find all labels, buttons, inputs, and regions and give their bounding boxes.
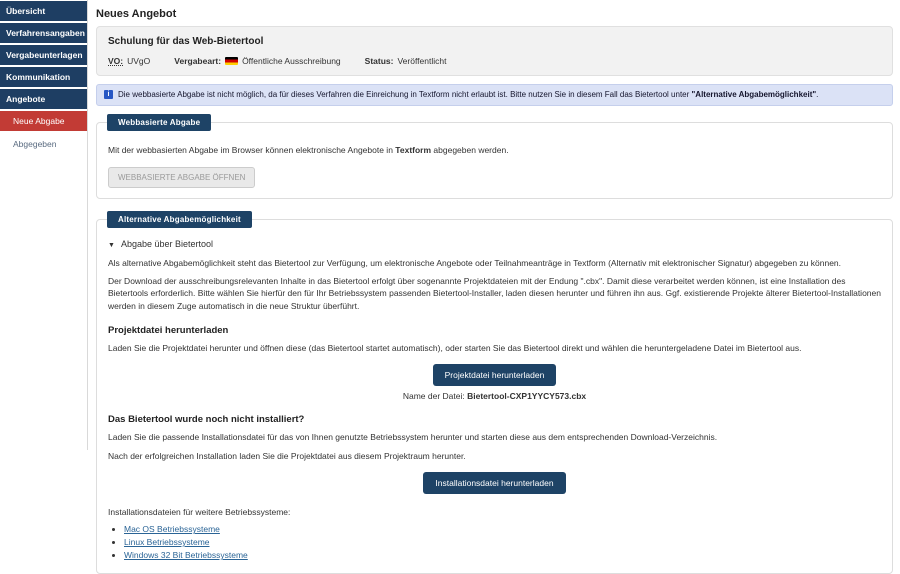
status-label: Status: [364, 56, 394, 66]
web-submission-badge: Webbasierte Abgabe [107, 114, 212, 132]
procedure-panel: Schulung für das Web-Bietertool VO: UVgO… [96, 26, 893, 76]
alternative-paragraph-1: Als alternative Abgabemöglichkeit steht … [108, 257, 842, 268]
main-content: Neues Angebot Schulung für das Web-Biete… [96, 0, 893, 574]
info-banner-text: Die webbasierte Abgabe ist nicht möglich… [118, 90, 819, 99]
list-item: Windows 32 Bit Betriebssysteme [124, 550, 881, 560]
web-submission-section: Webbasierte Abgabe Mit der webbasierten … [96, 114, 893, 199]
web-submission-text: Mit der webbasierten Abgabe im Browser k… [108, 145, 509, 156]
alternative-paragraph-2: Der Download der ausschreibungsrelevante… [108, 276, 881, 311]
info-banner: i Die webbasierte Abgabe ist nicht mögli… [96, 84, 893, 107]
sidebar-item-vergabeunterlagen[interactable]: Vergabeunterlagen [0, 45, 87, 65]
procedure-title: Schulung für das Web-Bietertool [108, 36, 264, 47]
sidebar: Übersicht Verfahrensangaben Vergabeunter… [0, 0, 88, 450]
vergabeart-label: Vergabeart: [174, 56, 222, 66]
vergabeart-value: Öffentliche Ausschreibung [242, 56, 341, 66]
install-heading: Das Bietertool wurde noch nicht installi… [108, 414, 305, 426]
project-file-name: Bietertool-CXP1YYCY573.cbx [467, 391, 587, 402]
download-project-file-button[interactable]: Projektdatei herunterladen [432, 364, 557, 387]
alternative-submission-badge: Alternative Abgabemöglichkeit [107, 210, 252, 228]
german-flag-icon [225, 57, 239, 65]
procedure-meta: VO: UVgO Vergabeart: Öffentliche Ausschr… [108, 56, 881, 66]
link-windows-32bit[interactable]: Windows 32 Bit Betriebssysteme [124, 550, 248, 560]
bietertool-collapse-label: Abgabe über Bietertool [120, 238, 214, 249]
download-installer-button[interactable]: Installationsdatei herunterladen [423, 471, 566, 494]
other-os-label: Installationsdateien für weitere Betrieb… [108, 506, 291, 517]
sidebar-item-kommunikation[interactable]: Kommunikation [0, 67, 87, 87]
sidebar-item-angebote[interactable]: Angebote [0, 89, 87, 109]
install-text-2: Nach der erfolgreichen Installation lade… [108, 450, 466, 461]
bietertool-collapse-header[interactable]: ▼ Abgabe über Bietertool [108, 239, 881, 249]
sidebar-item-abgegeben[interactable]: Abgegeben [0, 134, 87, 154]
alternative-submission-section: Alternative Abgabemöglichkeit ▼ Abgabe ü… [96, 210, 893, 574]
install-text-1: Laden Sie die passende Installationsdate… [108, 432, 718, 443]
page-title: Neues Angebot [96, 8, 177, 20]
project-file-heading: Projektdatei herunterladen [108, 324, 229, 336]
list-item: Linux Betriebssysteme [124, 537, 881, 547]
os-links-list: Mac OS Betriebssysteme Linux Betriebssys… [124, 524, 881, 560]
open-web-submission-button[interactable]: WEBBASIERTE ABGABE ÖFFNEN [108, 166, 256, 188]
status-value: Veröffentlicht [397, 56, 447, 66]
vo-label: VO: [108, 56, 124, 66]
vo-value: UVgO [127, 56, 151, 66]
sidebar-item-uebersicht[interactable]: Übersicht [0, 1, 87, 21]
sidebar-item-verfahrensangaben[interactable]: Verfahrensangaben [0, 23, 87, 43]
link-mac-os[interactable]: Mac OS Betriebssysteme [124, 524, 220, 534]
sidebar-item-neue-abgabe[interactable]: Neue Abgabe [0, 111, 87, 131]
chevron-down-icon: ▼ [108, 241, 115, 249]
info-icon: i [104, 90, 113, 99]
list-item: Mac OS Betriebssysteme [124, 524, 881, 534]
link-linux[interactable]: Linux Betriebssysteme [124, 537, 210, 547]
project-file-text: Laden Sie die Projektdatei herunter und … [108, 342, 802, 353]
project-file-name-line: Name der Datei: Bietertool-CXP1YYCY573.c… [402, 391, 587, 402]
